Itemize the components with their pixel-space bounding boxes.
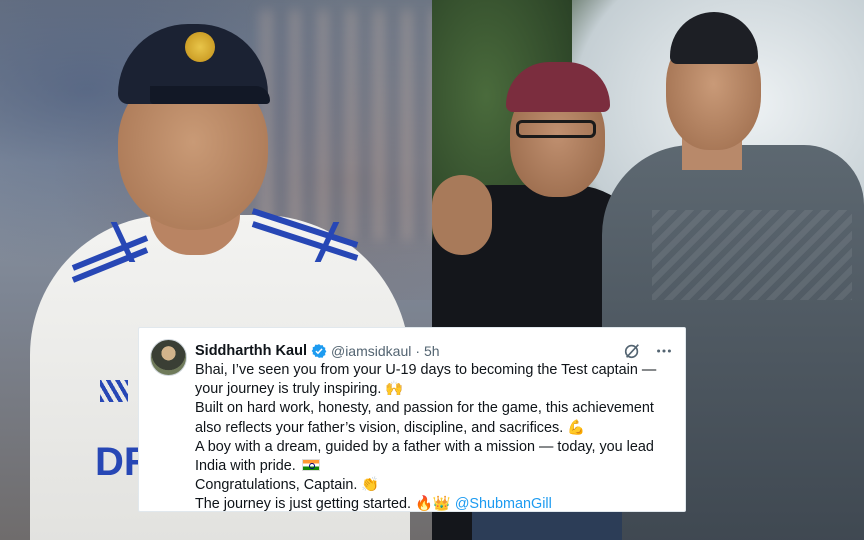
separator-dot: · bbox=[415, 343, 421, 359]
author-handle[interactable]: @iamsidkaul bbox=[331, 343, 411, 359]
tweet-text: Bhai, I’ve seen you from your U-19 days … bbox=[195, 361, 673, 515]
tweet-line: Bhai, I’ve seen you from your U-19 days … bbox=[195, 362, 657, 378]
tweet-line: also reflects your father’s vision, disc… bbox=[195, 419, 586, 436]
tweet-line: India with pride. bbox=[195, 458, 296, 475]
avatar[interactable] bbox=[150, 339, 187, 376]
tweet-line: A boy with a dream, guided by a father w… bbox=[195, 438, 654, 455]
tweet-line: The journey is just getting started. 🔥👑 bbox=[195, 496, 455, 513]
india-flag-icon bbox=[301, 459, 320, 472]
tweet-line-with-mention: The journey is just getting started. 🔥👑 … bbox=[195, 495, 673, 514]
grok-icon[interactable] bbox=[623, 342, 641, 360]
tweet-line: Congratulations, Captain. 👏 bbox=[195, 477, 380, 494]
tweet-line: your journey is truly inspiring. 🙌 bbox=[195, 381, 404, 398]
tweet-line: Built on hard work, honesty, and passion… bbox=[195, 400, 654, 417]
author-name[interactable]: Siddharthh Kaul bbox=[195, 343, 307, 359]
tweet-card[interactable]: Siddharthh Kaul @iamsidkaul · 5h Bhai, I… bbox=[138, 327, 686, 512]
tweet-header: Siddharthh Kaul @iamsidkaul · 5h bbox=[195, 341, 673, 361]
mention-link[interactable]: @ShubmanGill bbox=[455, 496, 552, 512]
more-options-icon[interactable] bbox=[655, 342, 673, 360]
timestamp[interactable]: 5h bbox=[424, 343, 440, 359]
verified-badge-icon bbox=[311, 344, 327, 358]
tweet-line-with-flag: India with pride. bbox=[195, 457, 673, 476]
